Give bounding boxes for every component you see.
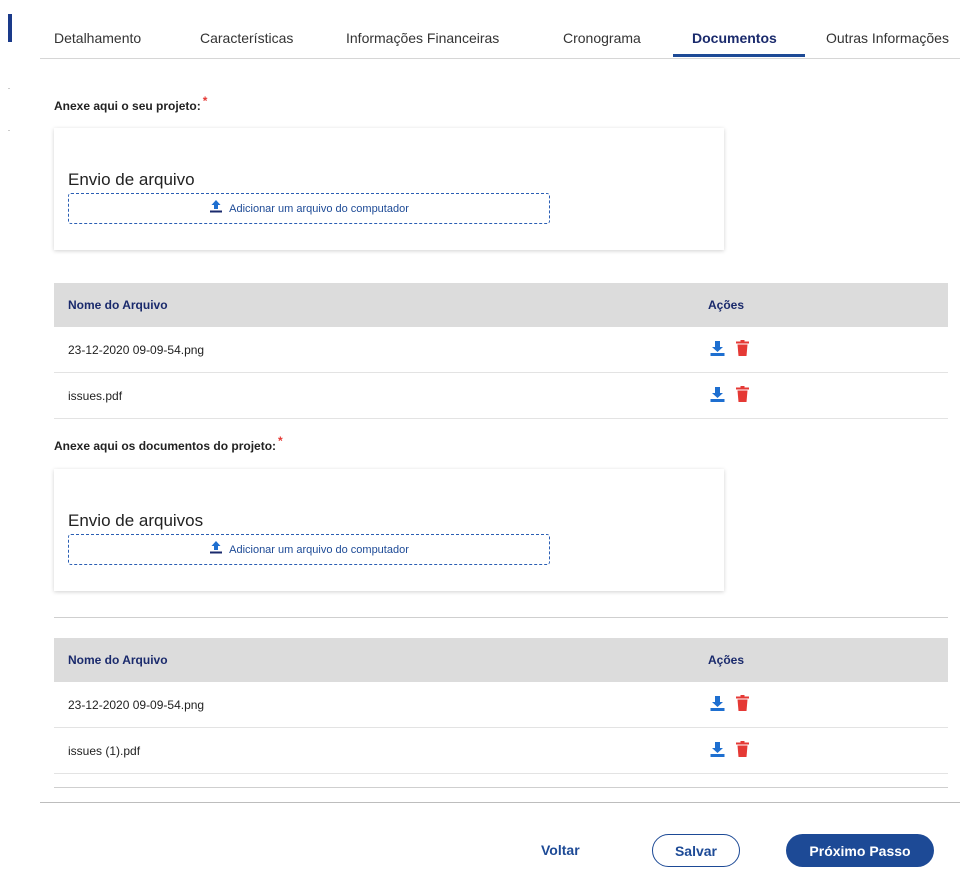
add-file-button[interactable]: Adicionar um arquivo do computador (68, 193, 550, 224)
documents-files-table: Nome do Arquivo Ações 23-12-2020 09-09-5… (54, 638, 948, 774)
file-name: 23-12-2020 09-09-54.png (68, 343, 205, 357)
upload-icon (209, 199, 223, 218)
file-name: issues (1).pdf (68, 744, 141, 758)
column-header-actions: Ações (708, 298, 745, 312)
tab-outras-informacoes[interactable]: Outras Informações (826, 30, 949, 46)
tab-caracteristicas[interactable]: Características (200, 30, 293, 46)
upload-card: Envio de arquivos Adicionar um arquivo d… (54, 469, 724, 591)
table-header: Nome do Arquivo Ações (54, 283, 948, 327)
divider (54, 617, 948, 618)
tab-documentos[interactable]: Documentos (692, 30, 777, 46)
project-files-table: Nome do Arquivo Ações 23-12-2020 09-09-5… (54, 283, 948, 419)
table-header: Nome do Arquivo Ações (54, 638, 948, 682)
table-row: 23-12-2020 09-09-54.png (54, 327, 948, 373)
trash-icon[interactable] (735, 695, 750, 711)
required-mark: * (202, 94, 208, 108)
column-header-actions: Ações (708, 653, 745, 667)
upload-icon (209, 540, 223, 559)
download-icon[interactable] (710, 695, 725, 711)
upload-title: Envio de arquivos (68, 511, 204, 530)
next-step-button[interactable]: Próximo Passo (786, 834, 934, 867)
project-section-label: Anexe aqui o seu projeto: * (54, 94, 208, 113)
save-button[interactable]: Salvar (652, 834, 740, 867)
file-name: issues.pdf (68, 389, 123, 403)
download-icon[interactable] (710, 386, 725, 402)
left-divider (8, 88, 10, 89)
trash-icon[interactable] (735, 386, 750, 402)
column-header-name: Nome do Arquivo (68, 298, 168, 312)
upload-title: Envio de arquivo (68, 170, 195, 189)
download-icon[interactable] (710, 741, 725, 757)
column-header-name: Nome do Arquivo (68, 653, 168, 667)
back-button[interactable]: Voltar (541, 842, 580, 858)
documents-section-label: Anexe aqui os documentos do projeto: * (54, 434, 283, 453)
active-tab-indicator (673, 54, 805, 57)
table-row: issues.pdf (54, 373, 948, 419)
table-row: 23-12-2020 09-09-54.png (54, 682, 948, 728)
add-file-label: Adicionar um arquivo do computador (229, 202, 409, 215)
upload-card: Envio de arquivo Adicionar um arquivo do… (54, 128, 724, 250)
left-accent-bar (8, 14, 12, 42)
add-file-button[interactable]: Adicionar um arquivo do computador (68, 534, 550, 565)
download-icon[interactable] (710, 340, 725, 356)
tab-detalhamento[interactable]: Detalhamento (54, 30, 141, 46)
add-file-label: Adicionar um arquivo do computador (229, 543, 409, 556)
divider (54, 787, 948, 788)
tab-informacoes-financeiras[interactable]: Informações Financeiras (346, 30, 499, 46)
trash-icon[interactable] (735, 340, 750, 356)
required-mark: * (278, 434, 283, 448)
footer-divider (40, 802, 960, 803)
table-row: issues (1).pdf (54, 728, 948, 774)
file-name: 23-12-2020 09-09-54.png (68, 698, 205, 712)
tab-cronograma[interactable]: Cronograma (563, 30, 641, 46)
tab-bar: Detalhamento Características Informações… (40, 0, 960, 59)
left-divider (8, 130, 10, 131)
trash-icon[interactable] (735, 741, 750, 757)
